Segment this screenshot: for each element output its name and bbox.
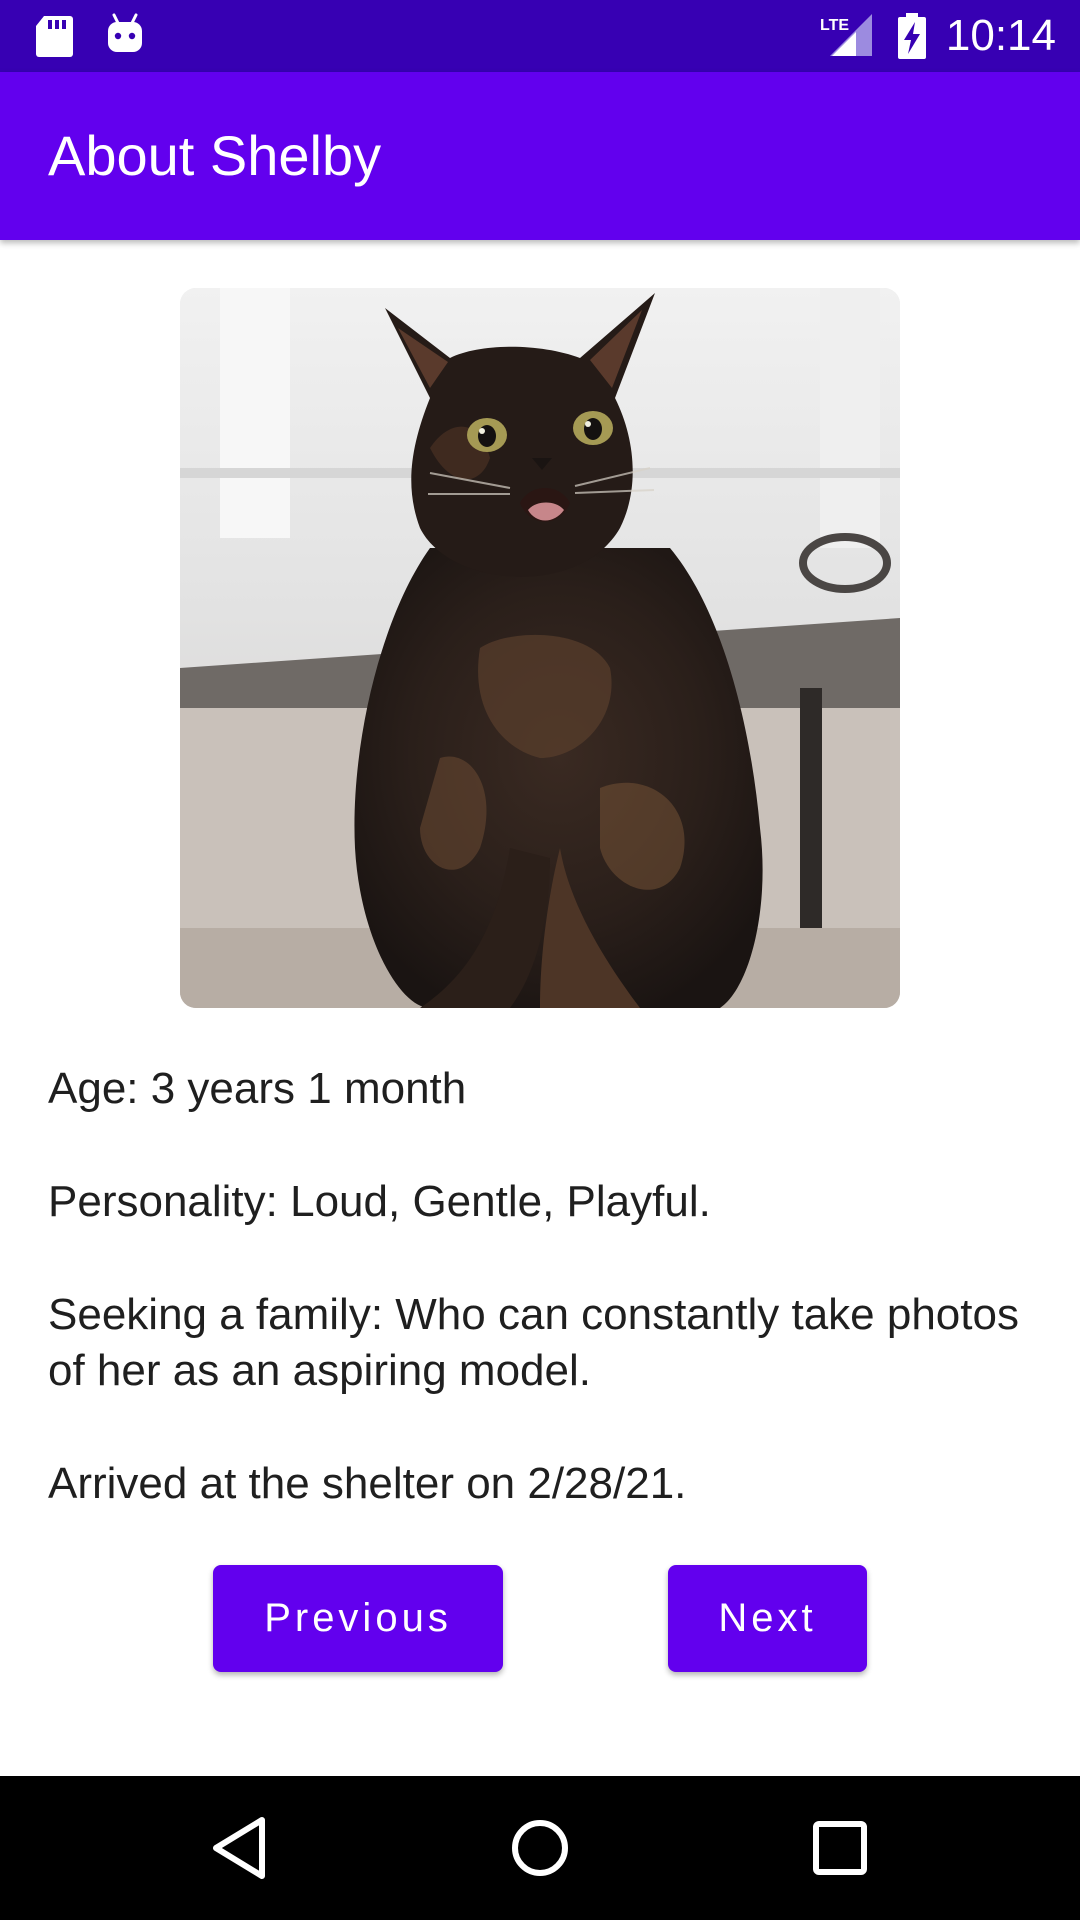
battery-charging-icon xyxy=(898,13,926,59)
app-bar: About Shelby xyxy=(0,72,1080,240)
page-title: About Shelby xyxy=(48,124,382,187)
status-time: 10:14 xyxy=(945,11,1056,60)
home-icon[interactable] xyxy=(500,1808,580,1888)
previous-button[interactable]: Previous xyxy=(213,1565,503,1672)
lte-signal-icon: LTE xyxy=(820,14,872,56)
arrival-date-text: Arrived at the shelter on 2/28/21. xyxy=(48,1459,687,1508)
navigation-bar xyxy=(0,1776,1080,1920)
cat-photo-icon xyxy=(180,288,900,1008)
sd-card-icon xyxy=(36,16,73,57)
next-button[interactable]: Next xyxy=(668,1565,867,1672)
recents-icon[interactable] xyxy=(800,1808,880,1888)
seeking-family-text: Seeking a family: Who can constantly tak… xyxy=(48,1290,1019,1395)
android-debug-icon xyxy=(108,13,142,52)
svg-text:LTE: LTE xyxy=(820,17,849,34)
age-text: Age: 3 years 1 month xyxy=(48,1064,467,1113)
cat-photo xyxy=(180,288,900,1008)
back-icon[interactable] xyxy=(200,1808,280,1888)
status-bar: LTE 10:14 xyxy=(0,0,1080,72)
personality-text: Personality: Loud, Gentle, Playful. xyxy=(48,1177,711,1226)
